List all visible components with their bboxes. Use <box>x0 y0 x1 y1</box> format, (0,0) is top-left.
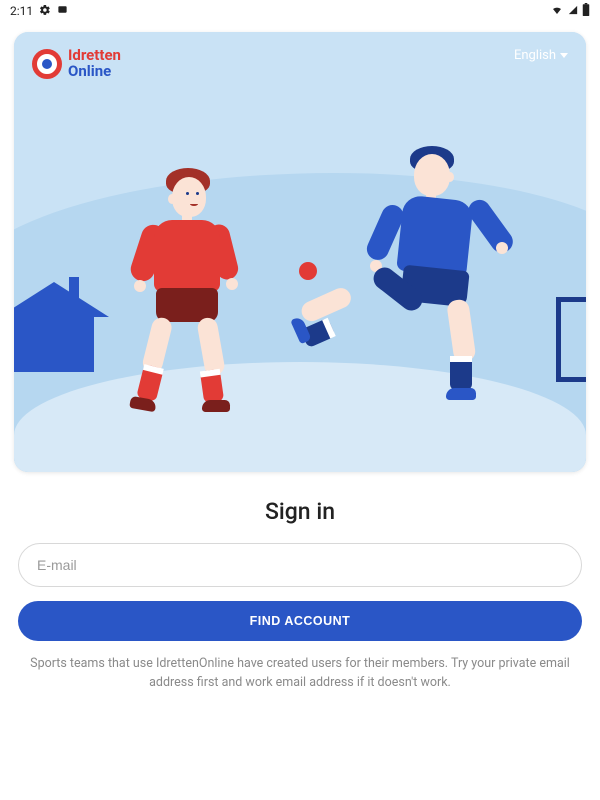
player-blue-illustration <box>346 142 546 452</box>
find-account-button[interactable]: FIND ACCOUNT <box>18 601 582 641</box>
status-time: 2:11 <box>10 4 33 18</box>
settings-gear-icon <box>39 4 51 19</box>
goal-icon <box>556 297 586 382</box>
signin-hint: Sports teams that use IdrettenOnline hav… <box>18 655 582 693</box>
battery-icon <box>582 3 590 19</box>
house-icon <box>14 282 114 372</box>
signin-heading: Sign in <box>18 498 582 525</box>
card-icon <box>57 4 68 18</box>
language-selector[interactable]: English <box>514 48 568 63</box>
email-field[interactable] <box>18 543 582 587</box>
language-label: English <box>514 48 556 63</box>
chevron-down-icon <box>560 53 568 58</box>
brand-line2: Online <box>68 64 121 80</box>
status-bar: 2:11 <box>0 0 600 22</box>
signin-section: Sign in FIND ACCOUNT Sports teams that u… <box>0 498 600 693</box>
player-red-illustration <box>104 162 264 442</box>
ball-icon <box>299 262 317 280</box>
wifi-icon <box>550 4 564 19</box>
signal-icon <box>568 4 578 19</box>
brand-logo: Idretten Online <box>32 48 121 80</box>
brand-logo-icon <box>32 49 62 79</box>
hero-card: Idretten Online English <box>14 32 586 472</box>
